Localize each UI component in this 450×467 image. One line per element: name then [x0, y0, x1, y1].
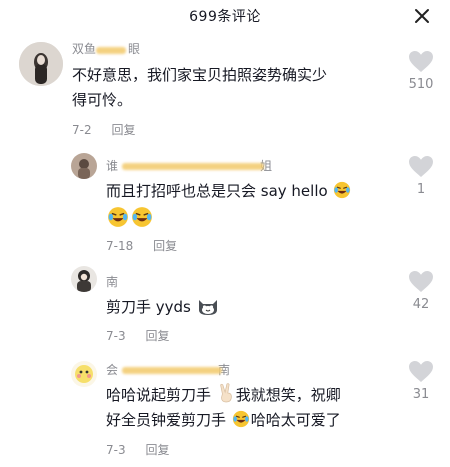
- comment-meta: 7-3 回复: [106, 441, 169, 458]
- comment-date: 7-3: [106, 443, 126, 457]
- comment-text: 哈哈说起剪刀手 我就想笑，祝卿 好全员钟爱剪刀手 哈哈太可爱了: [106, 383, 406, 433]
- like-button[interactable]: 31: [401, 360, 441, 402]
- avatar[interactable]: [71, 361, 97, 387]
- comment-item: 会南 哈哈说起剪刀手 我就想笑，祝卿 好全员钟爱剪刀手 哈哈太可爱了 7-3 回…: [0, 0, 450, 467]
- heart-icon: [409, 361, 433, 382]
- victory-hand-emoji: [220, 383, 232, 403]
- like-count: 31: [412, 387, 430, 402]
- reply-button[interactable]: 回复: [145, 443, 169, 457]
- username-redaction: [122, 367, 222, 374]
- laughing-tears-emoji: [232, 410, 249, 428]
